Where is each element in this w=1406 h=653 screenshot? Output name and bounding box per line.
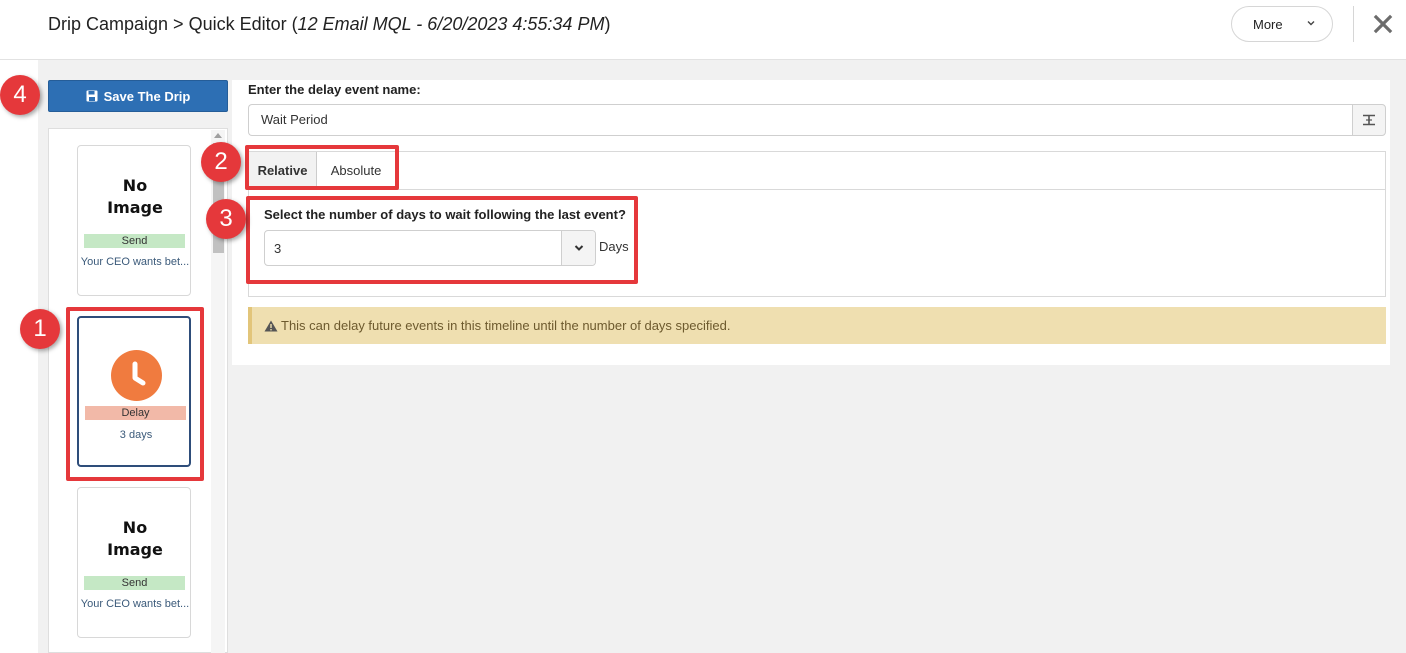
timeline-card-delay[interactable]: Delay 3 days	[77, 316, 191, 467]
no-image-placeholder: No Image	[97, 502, 173, 576]
delay-tab-panel	[248, 151, 1386, 297]
save-drip-button[interactable]: Save The Drip	[48, 80, 228, 112]
title-campaign-name: 12 Email MQL - 6/20/2023 4:55:34 PM	[297, 14, 605, 34]
delay-warning-alert: This can delay future events in this tim…	[248, 307, 1386, 344]
card-subtitle: Your CEO wants bet...	[80, 598, 190, 610]
page-title: Drip Campaign > Quick Editor (12 Email M…	[48, 14, 610, 35]
chevron-down-icon	[1307, 21, 1315, 26]
text-format-icon	[1363, 114, 1375, 126]
callout-number-4: 4	[0, 75, 40, 115]
title-suffix: )	[604, 14, 611, 34]
callout-number-2: 2	[201, 142, 241, 182]
header-divider	[1353, 6, 1354, 42]
callout-number-1: 1	[20, 309, 60, 349]
warning-icon	[264, 320, 278, 331]
placeholder-line-2: Image	[107, 540, 163, 559]
tab-absolute[interactable]: Absolute	[318, 152, 394, 189]
scroll-up-arrow-icon[interactable]	[214, 133, 222, 138]
card-subtitle: 3 days	[119, 429, 153, 441]
timeline-card-send[interactable]: No Image Send Your CEO wants bet...	[77, 487, 191, 638]
select-caret[interactable]	[561, 231, 595, 265]
clock-icon	[111, 350, 162, 401]
days-unit-label: Days	[599, 239, 629, 254]
more-button-label: More	[1253, 16, 1283, 32]
days-question-label: Select the number of days to wait follow…	[264, 207, 626, 222]
warning-text: This can delay future events in this tim…	[281, 318, 731, 333]
save-icon	[86, 90, 98, 102]
save-drip-label: Save The Drip	[103, 88, 191, 104]
delay-badge: Delay	[85, 406, 186, 420]
card-subtitle: Your CEO wants bet...	[80, 256, 190, 268]
days-selected-value: 3	[274, 241, 282, 256]
no-image-placeholder: No Image	[97, 160, 173, 234]
tab-divider	[248, 189, 1386, 190]
timeline-card-send[interactable]: No Image Send Your CEO wants bet...	[77, 145, 191, 296]
placeholder-line-1: No	[122, 518, 148, 537]
send-badge: Send	[84, 234, 185, 248]
text-format-button[interactable]	[1352, 104, 1386, 136]
more-button[interactable]: More	[1231, 6, 1333, 42]
callout-number-3: 3	[206, 199, 246, 239]
placeholder-line-1: No	[122, 176, 148, 195]
chevron-down-icon	[574, 245, 583, 251]
page-header: Drip Campaign > Quick Editor (12 Email M…	[0, 0, 1406, 60]
send-badge: Send	[84, 576, 185, 590]
delay-name-label: Enter the delay event name:	[248, 82, 421, 97]
delay-name-input[interactable]: Wait Period	[248, 104, 1353, 136]
days-select[interactable]: 3	[264, 230, 596, 266]
title-prefix: Drip Campaign > Quick Editor (	[48, 14, 298, 34]
tab-relative[interactable]: Relative	[249, 152, 317, 189]
placeholder-line-2: Image	[107, 198, 163, 217]
close-icon[interactable]	[1372, 13, 1394, 35]
